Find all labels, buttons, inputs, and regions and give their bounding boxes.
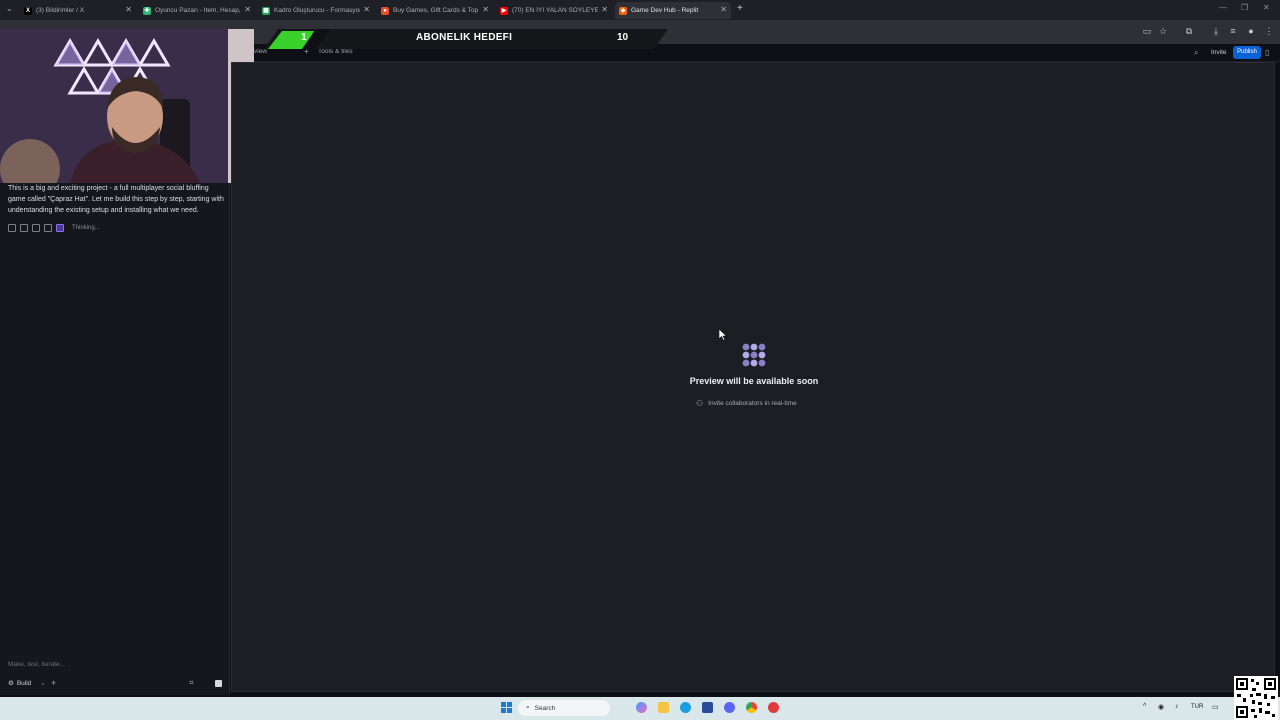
tab-tools-files[interactable]: Tools & files: [318, 48, 353, 55]
shop-icon: ●: [381, 6, 389, 15]
qr-code-icon: [1234, 676, 1278, 720]
tab-title: Oyuncu Pazarı - İtem, Hesap, S: [155, 7, 241, 14]
windows-start-icon[interactable]: [501, 702, 512, 713]
goal-target-count: 10: [617, 32, 629, 43]
add-attachment-button[interactable]: +: [51, 678, 56, 688]
file-icon[interactable]: [44, 224, 52, 232]
scan-icon[interactable]: ⌗: [189, 678, 194, 688]
close-window-icon[interactable]: ✕: [1263, 3, 1270, 12]
agent-message: This is a big and exciting project - a f…: [8, 185, 224, 214]
close-tab-icon[interactable]: ✕: [244, 6, 251, 14]
browser-tab-x[interactable]: X (3) Bildirimler / X ✕: [20, 2, 136, 19]
browser-tab-strip: ⌄ X (3) Bildirimler / X ✕ ✚ Oyuncu Pazar…: [0, 0, 1280, 20]
file-icon[interactable]: [20, 224, 28, 232]
browser-menu-icon[interactable]: ⋮: [1264, 26, 1274, 36]
browser-tab-kadro[interactable]: ▦ Kadro Oluşturucu - Formasyon ✕: [258, 2, 374, 19]
webcam-feed: [0, 29, 254, 183]
invite-collaborators-label: Invite collaborators in real-time: [708, 400, 797, 407]
browser-tab-oyuncu-pazari[interactable]: ✚ Oyuncu Pazarı - İtem, Hesap, S ✕: [139, 2, 255, 19]
build-icon: ⚙: [8, 680, 14, 687]
tab-list-dropdown-icon[interactable]: ⌄: [6, 4, 13, 13]
mouse-cursor-icon: [719, 329, 727, 341]
chrome-icon[interactable]: [746, 702, 757, 713]
restore-icon[interactable]: ❐: [1241, 3, 1248, 12]
browser-tab-replit[interactable]: ◆ Game Dev Hub - Replit ✕: [615, 2, 731, 19]
file-icon[interactable]: [32, 224, 40, 232]
message-actions: Thinking...: [8, 224, 100, 232]
webcam-image: [0, 29, 254, 183]
search-icon: ⌕: [526, 704, 530, 711]
close-tab-icon[interactable]: ✕: [482, 6, 489, 14]
discord-icon[interactable]: [724, 702, 735, 713]
tray-chevron-icon[interactable]: ^: [1143, 703, 1146, 710]
extensions-icon[interactable]: ⧉: [1184, 26, 1194, 36]
screen-cast-icon[interactable]: ▭: [1142, 26, 1152, 36]
x-icon: X: [24, 6, 32, 15]
copilot-icon[interactable]: [636, 702, 647, 713]
replit-icon: ◆: [619, 6, 627, 15]
browser-tab-buy-games[interactable]: ● Buy Games, Gift Cards & Top U ✕: [377, 2, 493, 19]
tab-title: (70) EN İYİ YALAN SÖYLEYEN O: [512, 7, 598, 14]
app-icon[interactable]: [768, 702, 779, 713]
youtube-icon: ▶: [500, 6, 508, 15]
preview-title: Preview will be available soon: [689, 376, 819, 386]
tab-title: (3) Bildirimler / X: [36, 7, 85, 14]
tab-title: Kadro Oluşturucu - Formasyon: [274, 7, 360, 14]
close-tab-icon[interactable]: ✕: [363, 6, 370, 14]
minimize-icon[interactable]: —: [1219, 3, 1227, 12]
puzzle-icon: ✚: [143, 6, 151, 15]
invite-collaborators-link[interactable]: ⚇ Invite collaborators in real-time: [696, 399, 797, 408]
invite-button[interactable]: Invite: [1208, 47, 1230, 58]
close-tab-icon[interactable]: ✕: [720, 6, 727, 14]
edge-icon[interactable]: [680, 702, 691, 713]
taskbar-search-label: Search: [534, 704, 556, 712]
publish-button[interactable]: Publish: [1233, 46, 1261, 59]
download-icon[interactable]: ⤓: [1211, 26, 1221, 36]
build-mode-button[interactable]: ⚙ Build ⌄: [8, 679, 46, 688]
build-mode-label: Build: [16, 679, 32, 687]
language-indicator[interactable]: TUR: [1191, 704, 1203, 710]
goal-current-count: 1: [301, 32, 307, 43]
tab-title: Game Dev Hub - Replit: [631, 7, 699, 14]
profile-icon[interactable]: ●: [1246, 26, 1256, 36]
close-tab-icon[interactable]: ✕: [601, 6, 608, 14]
bookmark-star-icon[interactable]: ☆: [1158, 26, 1168, 36]
store-icon[interactable]: [702, 702, 713, 713]
grid-icon[interactable]: [56, 224, 64, 232]
taskbar-search[interactable]: ⌕ Search: [518, 700, 610, 716]
thinking-status: Thinking...: [72, 225, 100, 231]
tab-preview[interactable]: view: [254, 48, 267, 55]
file-icon[interactable]: [8, 224, 16, 232]
goal-title: ABONELIK HEDEFI: [416, 32, 513, 43]
mic-icon[interactable]: ♪: [1175, 703, 1179, 710]
file-explorer-icon[interactable]: [658, 702, 669, 713]
media-icon[interactable]: ≡: [1228, 26, 1238, 36]
monitor-icon[interactable]: ▭: [1212, 703, 1219, 711]
replit-dots-icon: [742, 343, 766, 367]
sheet-icon: ▦: [262, 6, 270, 15]
tab-title: Buy Games, Gift Cards & Top U: [393, 7, 479, 14]
stop-button[interactable]: [215, 680, 222, 687]
agent-chat-panel: [0, 183, 230, 695]
browser-tab-youtube[interactable]: ▶ (70) EN İYİ YALAN SÖYLEYEN O ✕: [496, 2, 612, 19]
layout-toggle-icon[interactable]: ▯: [1265, 48, 1269, 57]
add-user-icon: ⚇: [696, 399, 704, 408]
close-tab-icon[interactable]: ✕: [125, 6, 132, 14]
search-icon[interactable]: ⌕: [1194, 48, 1198, 58]
chat-input[interactable]: Make, test, iterate...: [8, 661, 65, 668]
chevron-down-icon: ⌄: [40, 680, 46, 687]
new-tab-button[interactable]: +: [737, 3, 743, 14]
network-icon[interactable]: ◉: [1158, 703, 1164, 711]
